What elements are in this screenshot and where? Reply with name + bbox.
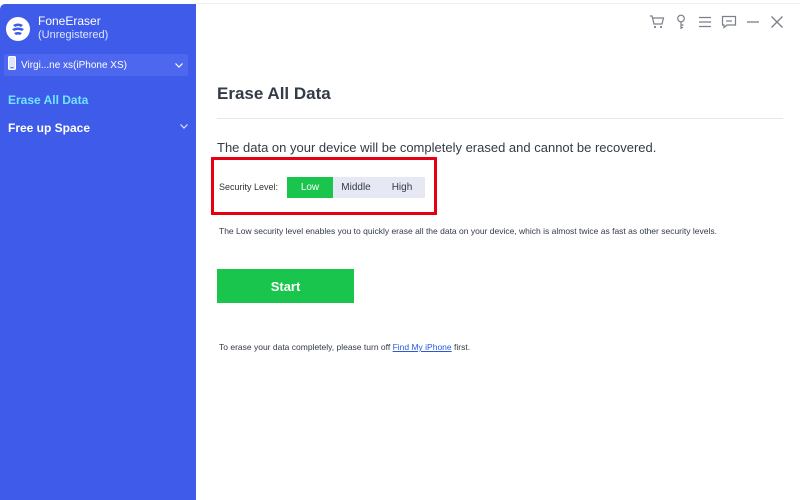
key-icon[interactable] xyxy=(670,12,692,32)
menu-icon[interactable] xyxy=(694,12,716,32)
app-window: FoneEraser (Unregistered) Virgi...ne xs(… xyxy=(0,0,800,500)
foneeraser-logo-icon xyxy=(6,17,30,41)
note-prefix: To erase your data completely, please tu… xyxy=(219,342,391,352)
erase-warning-text: The data on your device will be complete… xyxy=(217,140,657,155)
sidebar-item-label: Erase All Data xyxy=(8,93,89,107)
start-button[interactable]: Start xyxy=(217,269,354,303)
sidebar-item-free-up-space[interactable]: Free up Space xyxy=(8,118,192,138)
security-level-low-option[interactable]: Low xyxy=(287,177,333,198)
window-controls xyxy=(644,12,788,32)
phone-icon xyxy=(8,55,16,75)
page-title: Erase All Data xyxy=(217,84,331,103)
cart-icon[interactable] xyxy=(646,12,668,32)
app-name: FoneEraser xyxy=(38,14,101,28)
security-level-middle-option[interactable]: Middle xyxy=(333,177,379,198)
chevron-down-icon xyxy=(180,124,188,129)
note-suffix: first. xyxy=(454,342,471,352)
close-icon[interactable] xyxy=(766,12,788,32)
sidebar-item-label: Free up Space xyxy=(8,121,91,135)
security-level-selector: Low Middle High xyxy=(287,177,425,198)
sidebar-item-erase-all-data[interactable]: Erase All Data xyxy=(8,90,192,110)
minimize-icon[interactable] xyxy=(742,12,764,32)
device-name: Virgi...ne xs(iPhone XS) xyxy=(21,59,127,71)
registration-status: (Unregistered) xyxy=(38,29,109,41)
sidebar: FoneEraser (Unregistered) Virgi...ne xs(… xyxy=(0,4,196,500)
divider xyxy=(217,118,783,119)
security-level-label: Security Level: xyxy=(219,182,279,192)
title-bar xyxy=(196,0,800,4)
brand: FoneEraser (Unregistered) xyxy=(6,14,108,42)
device-selector[interactable]: Virgi...ne xs(iPhone XS) xyxy=(4,54,188,76)
chevron-down-icon xyxy=(175,62,183,68)
security-level-high-option[interactable]: High xyxy=(379,177,425,198)
find-my-iphone-link[interactable]: Find My iPhone xyxy=(393,342,452,352)
security-level-description: The Low security level enables you to qu… xyxy=(219,226,717,236)
feedback-icon[interactable] xyxy=(718,12,740,32)
find-my-iphone-note: To erase your data completely, please tu… xyxy=(219,342,470,352)
